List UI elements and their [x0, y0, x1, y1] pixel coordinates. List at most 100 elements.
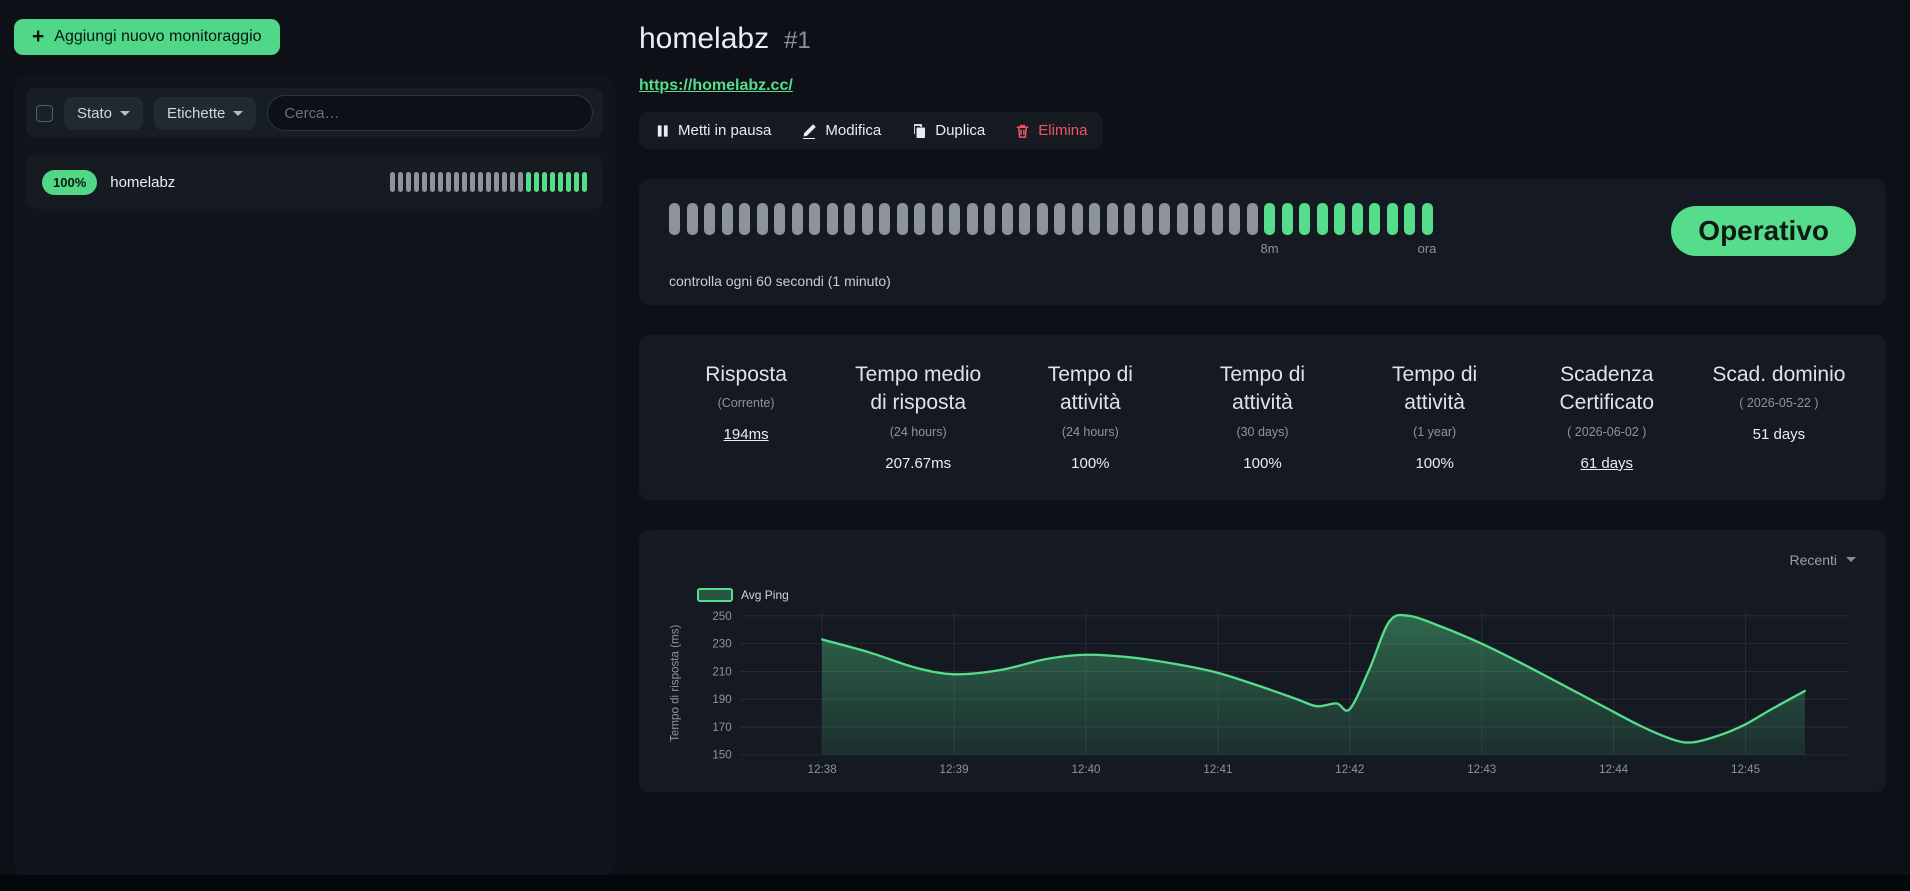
heartbeat-bar[interactable]: [1316, 203, 1328, 235]
heartbeat-bar[interactable]: [1404, 203, 1415, 235]
heartbeat-bar[interactable]: [445, 172, 451, 192]
period-select[interactable]: Recenti: [663, 544, 1862, 576]
heartbeat-bar[interactable]: [809, 203, 820, 235]
heartbeat-bar[interactable]: [686, 203, 698, 235]
search-input[interactable]: [267, 95, 593, 131]
heartbeat-bar[interactable]: [517, 172, 523, 192]
heartbeat-bar[interactable]: [421, 172, 427, 192]
status-filter-dropdown[interactable]: Stato: [64, 96, 144, 130]
heartbeat-bar[interactable]: [549, 172, 555, 192]
heartbeat-bar[interactable]: [791, 203, 803, 235]
monitor-url-link[interactable]: https://homelabz.cc/: [639, 77, 793, 95]
stat-subtitle: ( 2026-05-22 ): [1739, 396, 1819, 411]
heartbeat-bar[interactable]: [756, 203, 768, 235]
monitor-detail: homelabz #1 https://homelabz.cc/ Metti i…: [639, 0, 1896, 875]
heartbeat-bar[interactable]: [469, 172, 475, 192]
trash-icon: [1017, 124, 1029, 138]
stat-value: 100%: [1071, 454, 1110, 472]
heartbeat-bar[interactable]: [485, 172, 491, 192]
heartbeat-bar[interactable]: [1386, 203, 1398, 235]
heartbeat-bar[interactable]: [1159, 203, 1170, 235]
heartbeat-bar[interactable]: [453, 172, 459, 192]
heartbeat-bar[interactable]: [509, 172, 515, 192]
heartbeat-bar[interactable]: [879, 203, 890, 235]
heartbeat-bar[interactable]: [1246, 203, 1258, 235]
add-monitor-button[interactable]: + Aggiungi nuovo monitoraggio: [14, 19, 280, 55]
stat-value[interactable]: 61 days: [1534, 455, 1680, 472]
heartbeat-bar[interactable]: [1351, 203, 1363, 235]
heartbeat-bar[interactable]: [949, 203, 960, 235]
stats-card: Risposta (Corrente) 194ms Tempo medio di ri…: [639, 335, 1886, 500]
heartbeat-bar[interactable]: [896, 203, 908, 235]
heartbeat-bar[interactable]: [1054, 203, 1065, 235]
heartbeat-bar[interactable]: [1281, 203, 1293, 235]
heartbeat-bar[interactable]: [774, 203, 785, 235]
heartbeat-bar[interactable]: [461, 172, 467, 192]
heartbeat-bar[interactable]: [1211, 203, 1223, 235]
heartbeat-bar[interactable]: [1369, 203, 1380, 235]
heartbeat-bar[interactable]: [1106, 203, 1118, 235]
heartbeat-bar[interactable]: [501, 172, 507, 192]
heartbeat-bar[interactable]: [573, 172, 579, 192]
heartbeat-bar[interactable]: [739, 203, 750, 235]
heartbeat-bar[interactable]: [413, 172, 419, 192]
heartbeat-bar[interactable]: [826, 203, 838, 235]
heartbeat-bar[interactable]: [437, 172, 443, 192]
stat-value[interactable]: 194ms: [673, 426, 819, 443]
stat-value: 51 days: [1752, 426, 1806, 444]
stat-title: Risposta: [705, 363, 787, 386]
heartbeat-bar[interactable]: [397, 172, 403, 192]
heartbeat-bar[interactable]: [1264, 203, 1275, 235]
heartbeat-bar[interactable]: [429, 172, 435, 192]
heartbeat-bar[interactable]: [1229, 203, 1240, 235]
chart-legend[interactable]: Avg Ping: [697, 587, 789, 602]
heartbeat-bar[interactable]: [1089, 203, 1100, 235]
heartbeat-bar[interactable]: [1036, 203, 1048, 235]
heartbeat-bar[interactable]: [389, 172, 395, 192]
status-badge: Operativo: [1671, 206, 1856, 256]
heartbeat-bar[interactable]: [1001, 203, 1013, 235]
svg-text:12:42: 12:42: [1335, 763, 1364, 776]
heartbeat-bar[interactable]: [704, 203, 715, 235]
svg-text:170: 170: [712, 721, 731, 734]
stat-title: Tempo di attività: [1047, 363, 1133, 415]
title-row: homelabz #1: [639, 22, 1886, 56]
heartbeat-bar[interactable]: [966, 203, 978, 235]
heartbeat-bar[interactable]: [533, 172, 539, 192]
heartbeat-bar[interactable]: [565, 172, 571, 192]
heartbeat-bar[interactable]: [669, 203, 680, 235]
heartbeat-bar[interactable]: [984, 203, 995, 235]
heartbeat-bar[interactable]: [493, 172, 499, 192]
heartbeat-card: 8m ora Operativo controlla ogni 60 secon…: [639, 179, 1886, 305]
heartbeat-bar[interactable]: [1194, 203, 1205, 235]
heartbeat-bar[interactable]: [1071, 203, 1083, 235]
heartbeat-bar[interactable]: [1421, 203, 1433, 235]
select-all-checkbox[interactable]: [36, 104, 53, 122]
heartbeat-bar[interactable]: [1334, 203, 1345, 235]
delete-button[interactable]: Elimina: [1015, 122, 1087, 139]
plus-icon: +: [32, 25, 45, 48]
tags-filter-dropdown[interactable]: Etichette: [154, 96, 257, 130]
heartbeat-bar[interactable]: [721, 203, 733, 235]
heartbeat-bar[interactable]: [844, 203, 855, 235]
heartbeat-bar[interactable]: [405, 172, 411, 192]
heartbeat-bar[interactable]: [861, 203, 873, 235]
heartbeat-bar[interactable]: [1019, 203, 1030, 235]
heartbeat-bar[interactable]: [931, 203, 943, 235]
heartbeat-bar[interactable]: [581, 172, 587, 192]
monitor-list-item[interactable]: 100% homelabz: [26, 155, 603, 209]
duplicate-button[interactable]: Duplica: [911, 122, 985, 139]
heartbeat-bar[interactable]: [1124, 203, 1135, 235]
pause-button[interactable]: Metti in pausa: [655, 122, 771, 139]
heartbeat-bar[interactable]: [1141, 203, 1153, 235]
heartbeat-bar[interactable]: [914, 203, 925, 235]
heartbeat-bar[interactable]: [525, 172, 531, 192]
heartbeat-bar[interactable]: [1176, 203, 1188, 235]
heartbeat-bar[interactable]: [477, 172, 483, 192]
svg-text:12:39: 12:39: [940, 763, 969, 776]
heartbeat-bar[interactable]: [1299, 203, 1310, 235]
legend-label: Avg Ping: [741, 587, 789, 602]
edit-button[interactable]: Modifica: [801, 122, 881, 139]
heartbeat-bar[interactable]: [557, 172, 563, 192]
heartbeat-bar[interactable]: [541, 172, 547, 192]
